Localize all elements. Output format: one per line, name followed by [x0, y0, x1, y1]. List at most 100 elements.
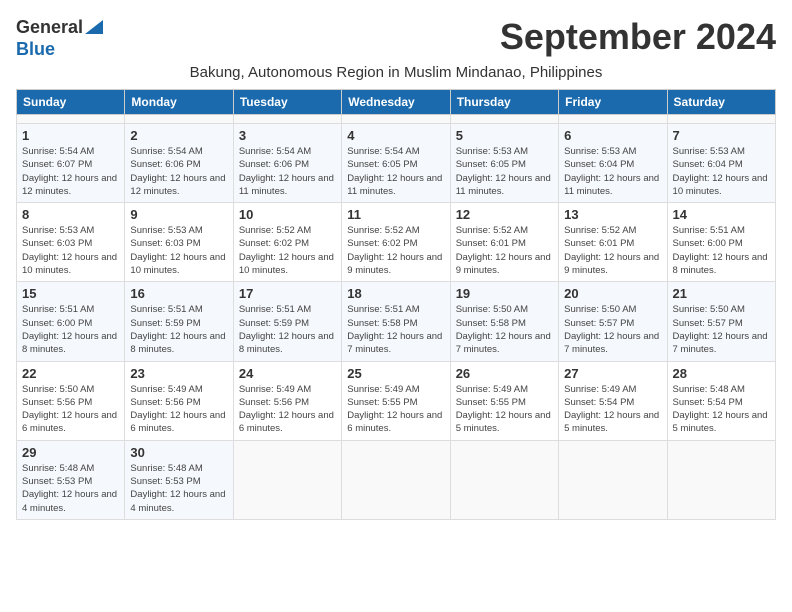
day-number: 25 — [347, 366, 444, 381]
calendar-day-cell: 14 Sunrise: 5:51 AMSunset: 6:00 PMDaylig… — [667, 203, 775, 282]
calendar-week-row — [17, 115, 776, 124]
day-info: Sunrise: 5:51 AMSunset: 5:59 PMDaylight:… — [239, 303, 336, 356]
calendar-header-row: Sunday Monday Tuesday Wednesday Thursday… — [17, 90, 776, 115]
col-sunday: Sunday — [17, 90, 125, 115]
day-number: 8 — [22, 207, 119, 222]
col-monday: Monday — [125, 90, 233, 115]
calendar-day-cell: 25 Sunrise: 5:49 AMSunset: 5:55 PMDaylig… — [342, 361, 450, 440]
day-info: Sunrise: 5:50 AMSunset: 5:58 PMDaylight:… — [456, 303, 553, 356]
day-number: 9 — [130, 207, 227, 222]
calendar-day-cell: 28 Sunrise: 5:48 AMSunset: 5:54 PMDaylig… — [667, 361, 775, 440]
logo-general-text: General — [16, 17, 83, 38]
day-info: Sunrise: 5:54 AMSunset: 6:06 PMDaylight:… — [130, 145, 227, 198]
calendar-week-row: 29 Sunrise: 5:48 AMSunset: 5:53 PMDaylig… — [17, 440, 776, 519]
day-info: Sunrise: 5:54 AMSunset: 6:05 PMDaylight:… — [347, 145, 444, 198]
col-wednesday: Wednesday — [342, 90, 450, 115]
calendar-day-cell: 16 Sunrise: 5:51 AMSunset: 5:59 PMDaylig… — [125, 282, 233, 361]
calendar-day-cell: 8 Sunrise: 5:53 AMSunset: 6:03 PMDayligh… — [17, 203, 125, 282]
calendar-day-cell: 10 Sunrise: 5:52 AMSunset: 6:02 PMDaylig… — [233, 203, 341, 282]
day-info: Sunrise: 5:54 AMSunset: 6:06 PMDaylight:… — [239, 145, 336, 198]
logo-icon — [85, 16, 103, 34]
calendar-day-cell: 11 Sunrise: 5:52 AMSunset: 6:02 PMDaylig… — [342, 203, 450, 282]
day-info: Sunrise: 5:50 AMSunset: 5:57 PMDaylight:… — [564, 303, 661, 356]
header: General Blue September 2024 — [16, 16, 776, 60]
day-number: 15 — [22, 286, 119, 301]
calendar-day-cell: 6 Sunrise: 5:53 AMSunset: 6:04 PMDayligh… — [559, 124, 667, 203]
col-tuesday: Tuesday — [233, 90, 341, 115]
calendar-week-row: 22 Sunrise: 5:50 AMSunset: 5:56 PMDaylig… — [17, 361, 776, 440]
day-number: 6 — [564, 128, 661, 143]
day-number: 7 — [673, 128, 770, 143]
logo-blue-text: Blue — [16, 39, 55, 60]
calendar-day-cell: 3 Sunrise: 5:54 AMSunset: 6:06 PMDayligh… — [233, 124, 341, 203]
day-info: Sunrise: 5:50 AMSunset: 5:57 PMDaylight:… — [673, 303, 770, 356]
calendar-day-cell: 19 Sunrise: 5:50 AMSunset: 5:58 PMDaylig… — [450, 282, 558, 361]
day-number: 28 — [673, 366, 770, 381]
day-info: Sunrise: 5:49 AMSunset: 5:55 PMDaylight:… — [456, 383, 553, 436]
day-number: 13 — [564, 207, 661, 222]
day-info: Sunrise: 5:53 AMSunset: 6:03 PMDaylight:… — [130, 224, 227, 277]
day-number: 5 — [456, 128, 553, 143]
day-info: Sunrise: 5:51 AMSunset: 5:58 PMDaylight:… — [347, 303, 444, 356]
day-number: 12 — [456, 207, 553, 222]
day-info: Sunrise: 5:51 AMSunset: 6:00 PMDaylight:… — [22, 303, 119, 356]
calendar-day-cell: 12 Sunrise: 5:52 AMSunset: 6:01 PMDaylig… — [450, 203, 558, 282]
day-info: Sunrise: 5:54 AMSunset: 6:07 PMDaylight:… — [22, 145, 119, 198]
calendar-day-cell: 2 Sunrise: 5:54 AMSunset: 6:06 PMDayligh… — [125, 124, 233, 203]
day-info: Sunrise: 5:53 AMSunset: 6:04 PMDaylight:… — [673, 145, 770, 198]
col-thursday: Thursday — [450, 90, 558, 115]
calendar-day-cell — [125, 115, 233, 124]
day-number: 11 — [347, 207, 444, 222]
calendar-day-cell: 17 Sunrise: 5:51 AMSunset: 5:59 PMDaylig… — [233, 282, 341, 361]
month-year-title: September 2024 — [500, 16, 776, 58]
calendar-day-cell — [559, 440, 667, 519]
logo: General Blue — [16, 16, 103, 60]
day-info: Sunrise: 5:52 AMSunset: 6:02 PMDaylight:… — [347, 224, 444, 277]
calendar-day-cell: 20 Sunrise: 5:50 AMSunset: 5:57 PMDaylig… — [559, 282, 667, 361]
calendar-day-cell — [450, 440, 558, 519]
calendar-day-cell: 15 Sunrise: 5:51 AMSunset: 6:00 PMDaylig… — [17, 282, 125, 361]
day-number: 1 — [22, 128, 119, 143]
calendar-day-cell: 22 Sunrise: 5:50 AMSunset: 5:56 PMDaylig… — [17, 361, 125, 440]
day-info: Sunrise: 5:50 AMSunset: 5:56 PMDaylight:… — [22, 383, 119, 436]
day-info: Sunrise: 5:49 AMSunset: 5:56 PMDaylight:… — [130, 383, 227, 436]
day-info: Sunrise: 5:48 AMSunset: 5:54 PMDaylight:… — [673, 383, 770, 436]
calendar-day-cell: 18 Sunrise: 5:51 AMSunset: 5:58 PMDaylig… — [342, 282, 450, 361]
day-info: Sunrise: 5:53 AMSunset: 6:04 PMDaylight:… — [564, 145, 661, 198]
day-number: 26 — [456, 366, 553, 381]
day-info: Sunrise: 5:53 AMSunset: 6:05 PMDaylight:… — [456, 145, 553, 198]
day-number: 2 — [130, 128, 227, 143]
day-info: Sunrise: 5:48 AMSunset: 5:53 PMDaylight:… — [130, 462, 227, 515]
calendar-week-row: 8 Sunrise: 5:53 AMSunset: 6:03 PMDayligh… — [17, 203, 776, 282]
calendar-day-cell: 13 Sunrise: 5:52 AMSunset: 6:01 PMDaylig… — [559, 203, 667, 282]
day-number: 23 — [130, 366, 227, 381]
calendar-day-cell — [233, 115, 341, 124]
calendar-day-cell: 24 Sunrise: 5:49 AMSunset: 5:56 PMDaylig… — [233, 361, 341, 440]
calendar-day-cell: 21 Sunrise: 5:50 AMSunset: 5:57 PMDaylig… — [667, 282, 775, 361]
calendar-day-cell: 1 Sunrise: 5:54 AMSunset: 6:07 PMDayligh… — [17, 124, 125, 203]
calendar-day-cell: 4 Sunrise: 5:54 AMSunset: 6:05 PMDayligh… — [342, 124, 450, 203]
day-info: Sunrise: 5:51 AMSunset: 5:59 PMDaylight:… — [130, 303, 227, 356]
calendar-table: Sunday Monday Tuesday Wednesday Thursday… — [16, 89, 776, 520]
day-info: Sunrise: 5:52 AMSunset: 6:01 PMDaylight:… — [456, 224, 553, 277]
calendar-day-cell: 23 Sunrise: 5:49 AMSunset: 5:56 PMDaylig… — [125, 361, 233, 440]
day-number: 24 — [239, 366, 336, 381]
calendar-week-row: 15 Sunrise: 5:51 AMSunset: 6:00 PMDaylig… — [17, 282, 776, 361]
calendar-day-cell: 30 Sunrise: 5:48 AMSunset: 5:53 PMDaylig… — [125, 440, 233, 519]
calendar-day-cell: 27 Sunrise: 5:49 AMSunset: 5:54 PMDaylig… — [559, 361, 667, 440]
day-number: 19 — [456, 286, 553, 301]
col-friday: Friday — [559, 90, 667, 115]
calendar-day-cell — [233, 440, 341, 519]
day-info: Sunrise: 5:51 AMSunset: 6:00 PMDaylight:… — [673, 224, 770, 277]
calendar-day-cell — [342, 440, 450, 519]
day-number: 22 — [22, 366, 119, 381]
day-number: 30 — [130, 445, 227, 460]
calendar-day-cell — [342, 115, 450, 124]
day-number: 18 — [347, 286, 444, 301]
day-number: 4 — [347, 128, 444, 143]
day-info: Sunrise: 5:49 AMSunset: 5:55 PMDaylight:… — [347, 383, 444, 436]
day-info: Sunrise: 5:48 AMSunset: 5:53 PMDaylight:… — [22, 462, 119, 515]
day-number: 3 — [239, 128, 336, 143]
calendar-day-cell — [667, 440, 775, 519]
calendar-day-cell — [17, 115, 125, 124]
